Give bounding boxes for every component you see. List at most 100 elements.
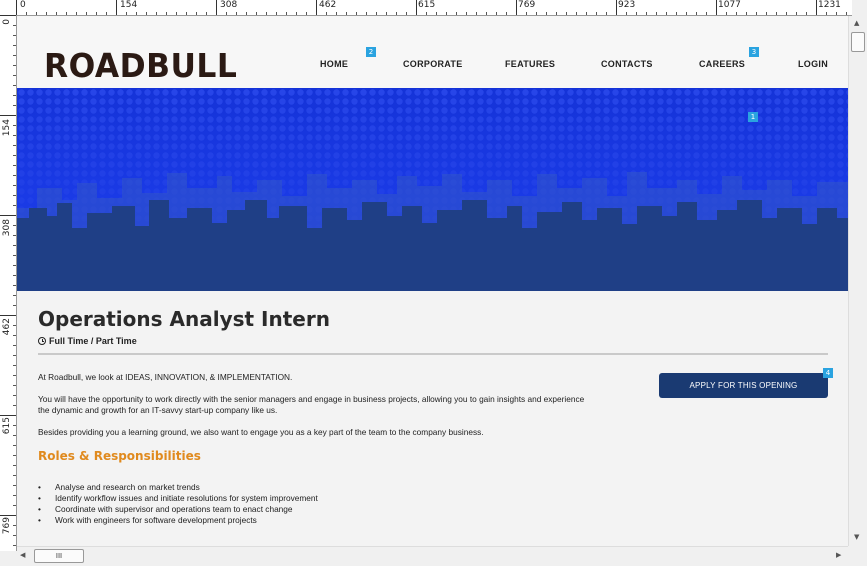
ruler-label: 615 — [418, 0, 436, 10]
ruler-tick — [13, 65, 16, 66]
ruler-label: 769 — [518, 0, 536, 10]
ruler-tick — [516, 0, 517, 15]
ruler-label: 0 — [20, 0, 26, 10]
ruler-tick — [96, 12, 97, 15]
ruler-tick — [786, 12, 787, 15]
nav-features[interactable]: FEATURES — [505, 59, 555, 69]
horizontal-scroll-thumb[interactable]: III — [34, 549, 84, 563]
nav-contacts[interactable]: CONTACTS — [601, 59, 653, 69]
ruler-tick — [13, 355, 16, 356]
ruler-tick — [306, 12, 307, 15]
vertical-scrollbar[interactable]: ▲ ▼ — [848, 16, 866, 546]
ruler-tick — [13, 445, 16, 446]
opportunity-paragraph: You will have the opportunity to work di… — [38, 394, 585, 415]
horizontal-scrollbar[interactable]: ◀ III ▶ — [17, 546, 848, 564]
ruler-tick — [456, 12, 457, 15]
list-item: Work with engineers for software develop… — [38, 515, 318, 526]
ruler-tick — [686, 12, 687, 15]
ruler-tick — [13, 525, 16, 526]
nav-corporate[interactable]: CORPORATE — [403, 59, 463, 69]
roadbull-logo[interactable]: ROADBULL — [44, 48, 237, 84]
site-header: ROADBULL HOME CORPORATE FEATURES CONTACT… — [17, 16, 848, 88]
ruler-tick — [316, 0, 317, 15]
annotation-marker[interactable]: 1 — [748, 112, 758, 122]
ruler-tick — [36, 12, 37, 15]
ruler-tick — [226, 12, 227, 15]
ruler-tick — [406, 12, 407, 15]
ruler-tick — [13, 255, 16, 256]
ruler-tick — [546, 12, 547, 15]
ruler-tick — [606, 12, 607, 15]
ruler-tick — [646, 12, 647, 15]
list-item: Identify workflow issues and initiate re… — [38, 493, 318, 504]
ruler-tick — [556, 12, 557, 15]
list-item: Coordinate with supervisor and operation… — [38, 504, 318, 515]
ruler-tick — [13, 105, 16, 106]
ruler-tick — [206, 12, 207, 15]
ruler-tick — [846, 12, 847, 15]
ruler-tick — [13, 245, 16, 246]
ruler-tick — [13, 145, 16, 146]
ruler-tick — [346, 12, 347, 15]
ruler-tick — [266, 12, 267, 15]
ruler-tick — [13, 425, 16, 426]
ruler-tick — [676, 12, 677, 15]
vertical-scroll-thumb[interactable] — [851, 32, 865, 52]
ruler-tick — [816, 0, 817, 15]
scroll-left-arrow-icon[interactable]: ◀ — [20, 551, 25, 559]
apply-button[interactable]: APPLY FOR THIS OPENING — [659, 373, 828, 398]
ruler-tick — [13, 275, 16, 276]
ruler-tick — [126, 12, 127, 15]
divider — [38, 353, 828, 355]
skyline-illustration — [17, 88, 848, 291]
ruler-tick — [13, 375, 16, 376]
ruler-tick — [726, 12, 727, 15]
job-content: Operations Analyst Intern Full Time / Pa… — [17, 293, 848, 546]
ruler-tick — [13, 365, 16, 366]
scroll-up-arrow-icon[interactable]: ▲ — [854, 19, 859, 27]
ruler-tick — [426, 12, 427, 15]
job-type-label: Full Time / Part Time — [49, 336, 137, 346]
page-viewport: ROADBULL HOME CORPORATE FEATURES CONTACT… — [17, 16, 848, 546]
ruler-tick — [256, 12, 257, 15]
ruler-tick — [576, 12, 577, 15]
scroll-right-arrow-icon[interactable]: ▶ — [836, 551, 841, 559]
ruler-tick — [13, 135, 16, 136]
ruler-tick — [666, 12, 667, 15]
nav-login[interactable]: LOGIN — [798, 59, 828, 69]
ruler-tick — [166, 12, 167, 15]
ruler-tick — [26, 12, 27, 15]
nav-careers[interactable]: CAREERS — [699, 59, 745, 69]
ruler-tick — [13, 35, 16, 36]
ruler-tick — [13, 335, 16, 336]
ruler-corner — [0, 0, 17, 16]
scroll-down-arrow-icon[interactable]: ▼ — [854, 533, 859, 541]
ruler-label: 923 — [618, 0, 636, 10]
annotation-marker[interactable]: 2 — [366, 47, 376, 57]
job-type: Full Time / Part Time — [38, 336, 137, 346]
ruler-tick — [13, 345, 16, 346]
list-item: Analyse and research on market trends — [38, 482, 318, 493]
ruler-label: 154 — [120, 0, 138, 10]
nav-home[interactable]: HOME — [320, 59, 348, 69]
section-title-roles: Roles & Responsibilities — [38, 449, 201, 463]
ruler-tick — [356, 12, 357, 15]
ruler-tick — [13, 305, 16, 306]
ruler-tick — [13, 395, 16, 396]
ruler-tick — [13, 495, 16, 496]
ruler-tick — [476, 12, 477, 15]
ruler-tick — [13, 265, 16, 266]
annotation-marker[interactable]: 3 — [749, 47, 759, 57]
job-title: Operations Analyst Intern — [38, 307, 330, 331]
ruler-tick — [596, 12, 597, 15]
ruler-tick — [656, 12, 657, 15]
ruler-tick — [396, 12, 397, 15]
ruler-tick — [156, 12, 157, 15]
ruler-tick — [176, 12, 177, 15]
ruler-tick — [0, 115, 16, 116]
annotation-marker[interactable]: 4 — [823, 368, 833, 378]
ruler-tick — [13, 185, 16, 186]
ruler-label: 1077 — [718, 0, 741, 10]
ruler-tick — [46, 12, 47, 15]
ruler-tick — [746, 12, 747, 15]
